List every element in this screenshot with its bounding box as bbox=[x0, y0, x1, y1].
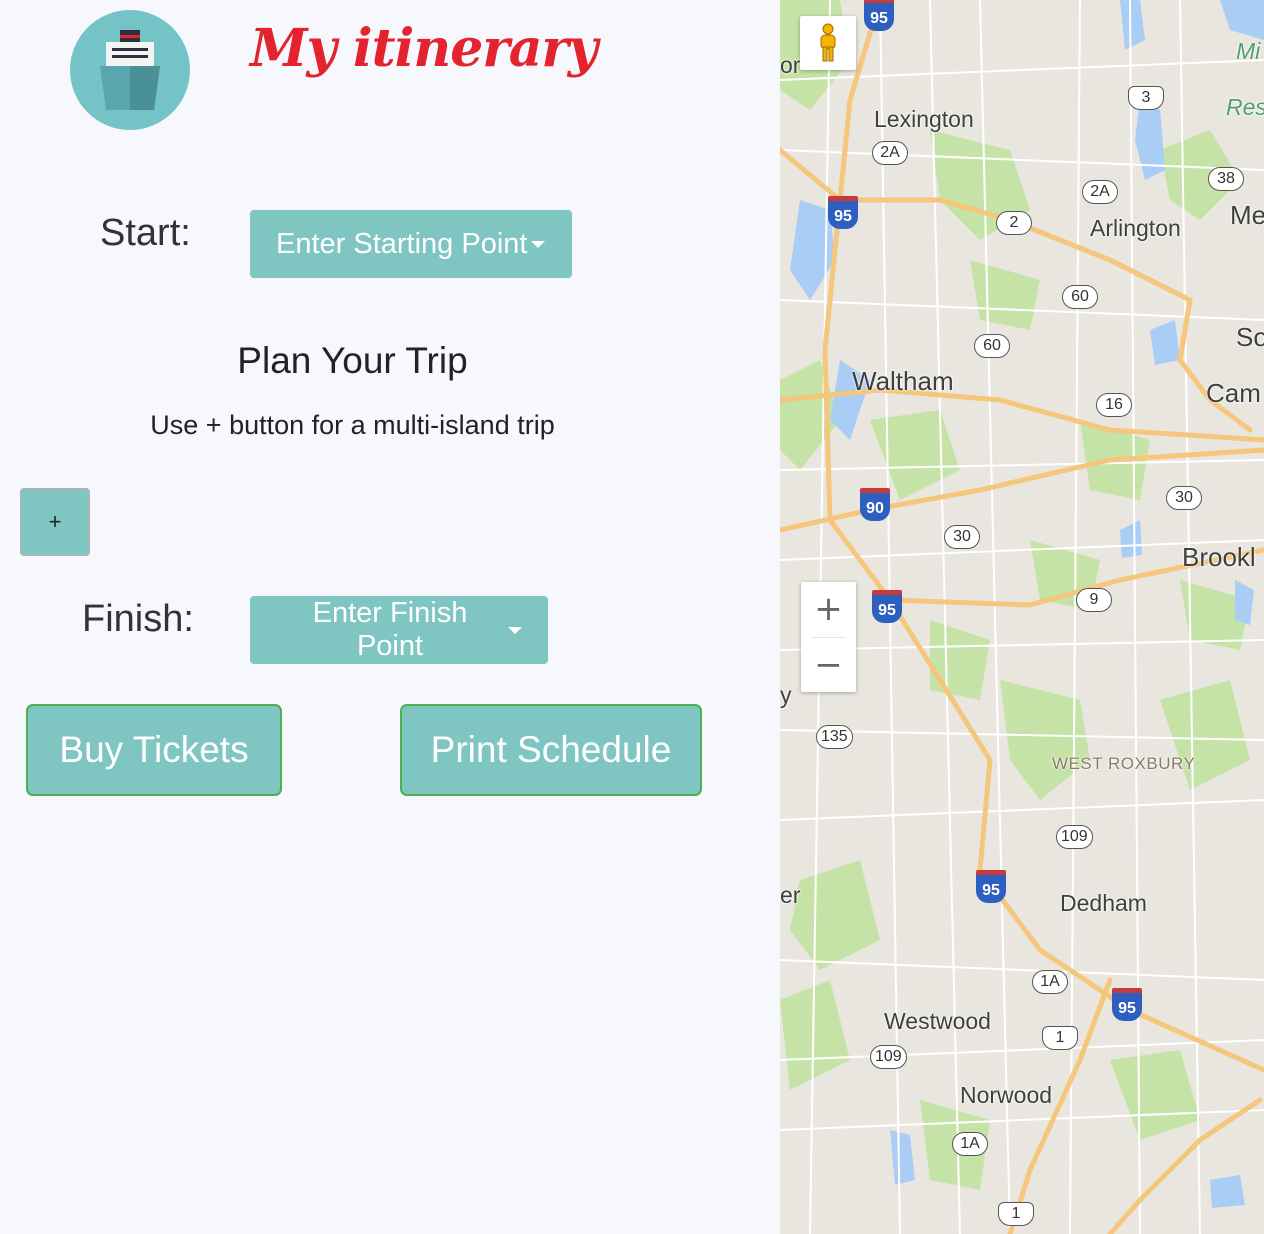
interstate-shield: 95 bbox=[872, 590, 902, 623]
route-shield: 30 bbox=[1166, 486, 1202, 510]
map-label-dedham: Dedham bbox=[1060, 890, 1147, 916]
route-shield: 2 bbox=[996, 211, 1032, 235]
add-island-button[interactable]: + bbox=[20, 488, 90, 556]
map-label: er bbox=[780, 882, 801, 908]
map-label: y bbox=[780, 682, 792, 708]
app-title: My itinerary bbox=[250, 18, 598, 79]
start-dropdown-label: Enter Starting Point bbox=[276, 227, 528, 260]
map-label: or bbox=[780, 52, 801, 78]
route-shield: 1A bbox=[952, 1132, 988, 1156]
route-shield: 60 bbox=[1062, 285, 1098, 309]
buy-tickets-button[interactable]: Buy Tickets bbox=[26, 704, 282, 796]
route-shield: 60 bbox=[974, 334, 1010, 358]
caret-down-icon bbox=[531, 240, 546, 248]
interstate-shield: 95 bbox=[864, 0, 894, 31]
map-label-mi: Mi bbox=[1236, 38, 1261, 64]
interstate-shield: 95 bbox=[1112, 988, 1142, 1021]
route-shield: 38 bbox=[1208, 167, 1244, 191]
pegman-icon bbox=[820, 23, 836, 62]
map-label-arlington: Arlington bbox=[1090, 215, 1181, 241]
route-shield: 16 bbox=[1096, 393, 1132, 417]
route-shield: 135 bbox=[816, 725, 853, 749]
plan-subtitle: Use + button for a multi-island trip bbox=[150, 410, 555, 440]
route-shield: 9 bbox=[1076, 588, 1112, 612]
route-shield: 1A bbox=[1032, 970, 1068, 994]
route-shield: 109 bbox=[870, 1045, 907, 1069]
map-label-westwood: Westwood bbox=[884, 1008, 991, 1034]
street-view-pegman-button[interactable] bbox=[800, 16, 856, 70]
map-zoom-control: + − bbox=[801, 582, 856, 692]
map-label-norwood: Norwood bbox=[960, 1082, 1053, 1108]
itinerary-panel: My itinerary Start: Enter Starting Point… bbox=[0, 0, 780, 1234]
route-shield: 30 bbox=[944, 525, 980, 549]
finish-point-dropdown[interactable]: Enter Finish Point bbox=[250, 596, 548, 664]
start-label: Start: bbox=[100, 212, 191, 254]
route-shield: 109 bbox=[1056, 825, 1093, 849]
map-label-lexington: Lexington bbox=[874, 106, 974, 132]
start-point-dropdown[interactable]: Enter Starting Point bbox=[250, 210, 572, 278]
route-shield: 1 bbox=[1042, 1026, 1078, 1050]
print-schedule-button[interactable]: Print Schedule bbox=[400, 704, 702, 796]
map-label-somerville: So bbox=[1236, 322, 1264, 352]
map-label-medford: Me bbox=[1230, 200, 1264, 230]
caret-down-icon bbox=[508, 626, 522, 634]
route-shield: 3 bbox=[1128, 86, 1164, 110]
interstate-shield: 90 bbox=[860, 488, 890, 521]
map-view[interactable]: + − or Lexington Arlington Waltham WEST … bbox=[780, 0, 1264, 1234]
route-shield: 2A bbox=[1082, 180, 1118, 204]
map-label-res: Res bbox=[1226, 94, 1264, 120]
cruise-ship-icon bbox=[70, 10, 190, 130]
map-label-west-roxbury: WEST ROXBURY bbox=[1052, 754, 1196, 773]
finish-label: Finish: bbox=[82, 598, 194, 640]
plan-heading: Plan Your Trip bbox=[237, 340, 468, 381]
map-label-cambridge: Cam bbox=[1206, 378, 1261, 408]
interstate-shield: 95 bbox=[976, 870, 1006, 903]
interstate-shield: 95 bbox=[828, 196, 858, 229]
zoom-in-button[interactable]: + bbox=[801, 582, 856, 637]
map-label-brookline: Brookl bbox=[1182, 542, 1256, 572]
route-shield: 2A bbox=[872, 141, 908, 165]
finish-dropdown-label: Enter Finish Point bbox=[312, 597, 468, 662]
zoom-out-button[interactable]: − bbox=[801, 638, 856, 693]
route-shield: 1 bbox=[998, 1202, 1034, 1226]
map-label-waltham: Waltham bbox=[852, 366, 954, 396]
